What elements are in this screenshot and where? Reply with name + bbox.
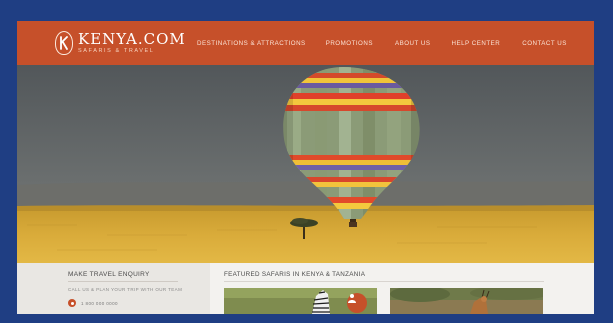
nav-destinations[interactable]: DESTINATIONS & ATTRACTIONS (197, 40, 306, 47)
enquiry-title: MAKE TRAVEL ENQUIRY (68, 271, 150, 278)
nav-help-center[interactable]: HELP CENTER (452, 40, 501, 47)
divider (224, 281, 544, 282)
hero-image (17, 65, 594, 263)
nav-contact-us[interactable]: CONTACT US (522, 40, 567, 47)
featured-title: FEATURED SAFARIS IN KENYA & TANZANIA (224, 271, 366, 278)
enquiry-subtitle: CALL US & PLAN YOUR TRIP WITH OUR TEAM (68, 287, 183, 292)
featured-card-antelope[interactable] (390, 288, 543, 314)
main-nav: DESTINATIONS & ATTRACTIONS PROMOTIONS AB… (197, 21, 587, 65)
featured-card-zebra[interactable] (224, 288, 377, 314)
user-icon (347, 293, 367, 313)
content-section: MAKE TRAVEL ENQUIRY CALL US & PLAN YOUR … (17, 263, 594, 314)
site-logo[interactable]: KENYA.COM SAFARIS & TRAVEL (55, 28, 186, 58)
k-shield-logo-icon (55, 31, 73, 55)
enquiry-panel: MAKE TRAVEL ENQUIRY CALL US & PLAN YOUR … (17, 263, 210, 314)
phone-number: 1 800 000 0000 (81, 300, 118, 306)
phone-icon (68, 299, 76, 307)
phone-contact[interactable]: 1 800 000 0000 (68, 299, 118, 307)
brand-tagline: SAFARIS & TRAVEL (78, 47, 155, 54)
site-header: KENYA.COM SAFARIS & TRAVEL DESTINATIONS … (17, 21, 594, 65)
divider (68, 281, 178, 282)
nav-promotions[interactable]: PROMOTIONS (326, 40, 373, 47)
browser-frame: KENYA.COM SAFARIS & TRAVEL DESTINATIONS … (17, 21, 594, 314)
brand-name: KENYA.COM (78, 29, 186, 48)
nav-about-us[interactable]: ABOUT US (395, 40, 431, 47)
